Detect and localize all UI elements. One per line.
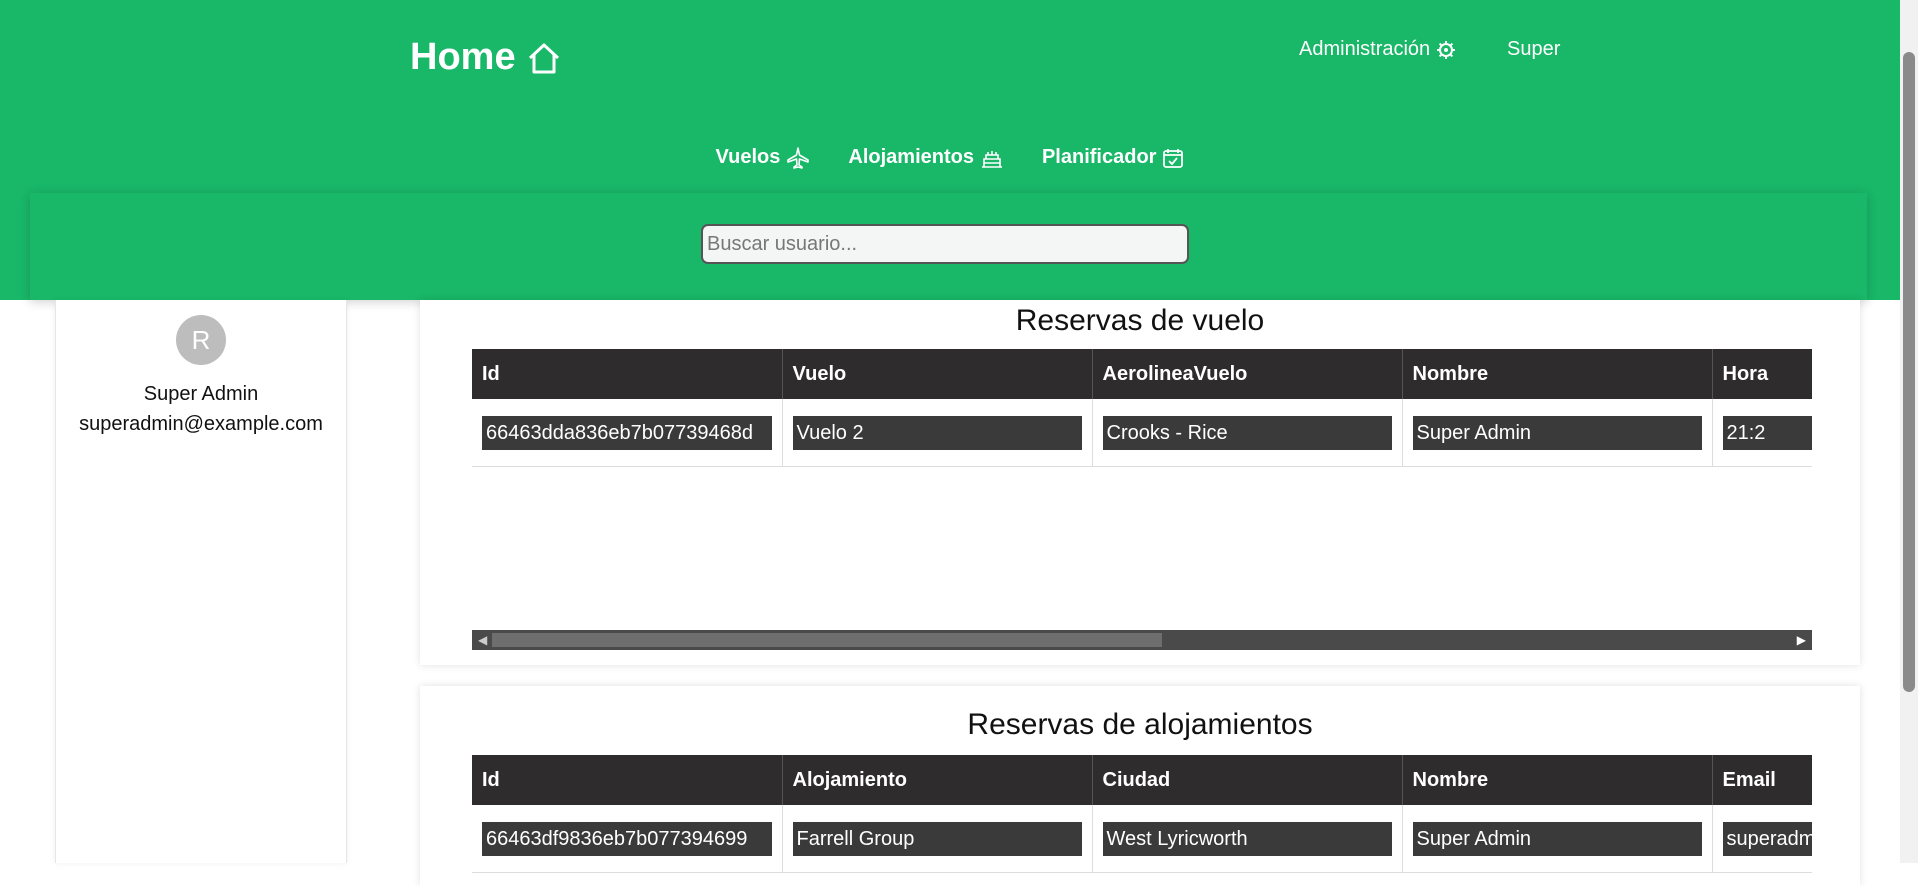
table-cell: 21:2 bbox=[1712, 399, 1812, 467]
column-header: Alojamiento bbox=[782, 755, 1093, 805]
column-header: Hora bbox=[1712, 349, 1812, 399]
admin-label: Administración bbox=[1299, 38, 1431, 60]
column-header: Nombre bbox=[1402, 755, 1713, 805]
cell-value: West Lyricworth bbox=[1102, 821, 1392, 856]
admin-menu[interactable]: Administración bbox=[1299, 38, 1456, 61]
search-input[interactable] bbox=[701, 224, 1189, 264]
cell-value: Farrell Group bbox=[792, 821, 1082, 856]
flight-table: Id Vuelo AerolineaVuelo Nombre Hora 6646… bbox=[472, 349, 1812, 467]
column-header: Nombre bbox=[1402, 349, 1713, 399]
cell-value: Super Admin bbox=[1412, 415, 1702, 450]
avatar: R bbox=[176, 315, 226, 365]
scrollbar-thumb[interactable] bbox=[492, 633, 1162, 647]
user-sidebar: R Super Admin superadmin@example.com bbox=[55, 300, 347, 863]
table-header-row: Id Alojamiento Ciudad Nombre Email bbox=[472, 755, 1812, 805]
scrollbar-thumb[interactable] bbox=[1903, 52, 1915, 692]
user-name: Super Admin bbox=[143, 383, 259, 405]
table-cell: Super Admin bbox=[1402, 805, 1713, 873]
table-header-row: Id Vuelo AerolineaVuelo Nombre Hora bbox=[472, 349, 1812, 399]
scroll-left-icon[interactable]: ◀ bbox=[478, 633, 487, 647]
nav-alojamientos-label: Alojamientos bbox=[848, 146, 974, 168]
scroll-right-icon[interactable]: ▶ bbox=[1797, 633, 1806, 647]
page-vertical-scrollbar[interactable] bbox=[1900, 0, 1918, 863]
lodging-reservations-panel: Reservas de alojamientos Id Alojamiento … bbox=[420, 686, 1860, 886]
home-icon bbox=[528, 43, 559, 73]
column-header: AerolineaVuelo bbox=[1092, 349, 1403, 399]
airplane-icon bbox=[787, 146, 810, 169]
search-bar bbox=[30, 193, 1867, 300]
column-header: Vuelo bbox=[782, 349, 1093, 399]
nav-planificador-label: Planificador bbox=[1041, 146, 1157, 168]
user-menu[interactable]: Super bbox=[1507, 38, 1560, 61]
gear-icon bbox=[1437, 40, 1456, 59]
column-header: Email bbox=[1712, 755, 1812, 805]
brand-label: Home bbox=[410, 36, 516, 78]
horizontal-scrollbar[interactable]: ◀ ▶ bbox=[472, 630, 1812, 650]
lodging-reservations-title: Reservas de alojamientos bbox=[967, 708, 1313, 741]
user-email: superadmin@example.com bbox=[79, 413, 323, 435]
avatar-initial: R bbox=[191, 324, 211, 355]
cell-value: superadm bbox=[1722, 821, 1812, 856]
home-link[interactable]: Home bbox=[410, 36, 562, 79]
nav-alojamientos[interactable]: Alojamientos bbox=[848, 146, 1004, 169]
top-header: Home Administración Super Vuelos Alojami… bbox=[0, 0, 1900, 300]
table-cell: West Lyricworth bbox=[1092, 805, 1403, 873]
cell-value: Vuelo 2 bbox=[792, 415, 1082, 450]
flight-table-wrap[interactable]: Id Vuelo AerolineaVuelo Nombre Hora 6646… bbox=[472, 349, 1812, 467]
flight-reservations-title: Reservas de vuelo bbox=[1015, 304, 1265, 337]
table-cell: Farrell Group bbox=[782, 805, 1093, 873]
calendar-check-icon bbox=[1163, 148, 1184, 168]
user-label: Super bbox=[1507, 38, 1561, 60]
table-cell: superadm bbox=[1712, 805, 1812, 873]
cell-value: 66463df9836eb7b077394699 bbox=[482, 821, 772, 856]
table-cell: Crooks - Rice bbox=[1092, 399, 1403, 467]
column-header: Id bbox=[472, 349, 783, 399]
hotel-icon bbox=[981, 150, 1002, 168]
nav-planificador[interactable]: Planificador bbox=[1042, 146, 1184, 169]
column-header: Id bbox=[472, 755, 783, 805]
table-cell: 66463df9836eb7b077394699 bbox=[472, 805, 783, 873]
nav-vuelos[interactable]: Vuelos bbox=[716, 146, 811, 169]
table-cell: 66463dda836eb7b07739468d bbox=[472, 399, 783, 467]
main-nav: Vuelos Alojamientos Planificador bbox=[0, 146, 1900, 169]
flight-reservations-panel: Reservas de vuelo Id Vuelo AerolineaVuel… bbox=[420, 300, 1860, 665]
lodging-table: Id Alojamiento Ciudad Nombre Email 66463… bbox=[472, 755, 1812, 873]
nav-vuelos-label: Vuelos bbox=[715, 146, 781, 168]
table-cell: Vuelo 2 bbox=[782, 399, 1093, 467]
cell-value: 21:2 bbox=[1722, 415, 1812, 450]
cell-value: Crooks - Rice bbox=[1102, 415, 1392, 450]
cell-value: 66463dda836eb7b07739468d bbox=[482, 415, 772, 450]
table-row[interactable]: 66463df9836eb7b077394699 Farrell Group W… bbox=[472, 805, 1812, 873]
lodging-table-wrap[interactable]: Id Alojamiento Ciudad Nombre Email 66463… bbox=[472, 755, 1812, 873]
column-header: Ciudad bbox=[1092, 755, 1403, 805]
table-row[interactable]: 66463dda836eb7b07739468d Vuelo 2 Crooks … bbox=[472, 399, 1812, 467]
cell-value: Super Admin bbox=[1412, 821, 1702, 856]
table-cell: Super Admin bbox=[1402, 399, 1713, 467]
